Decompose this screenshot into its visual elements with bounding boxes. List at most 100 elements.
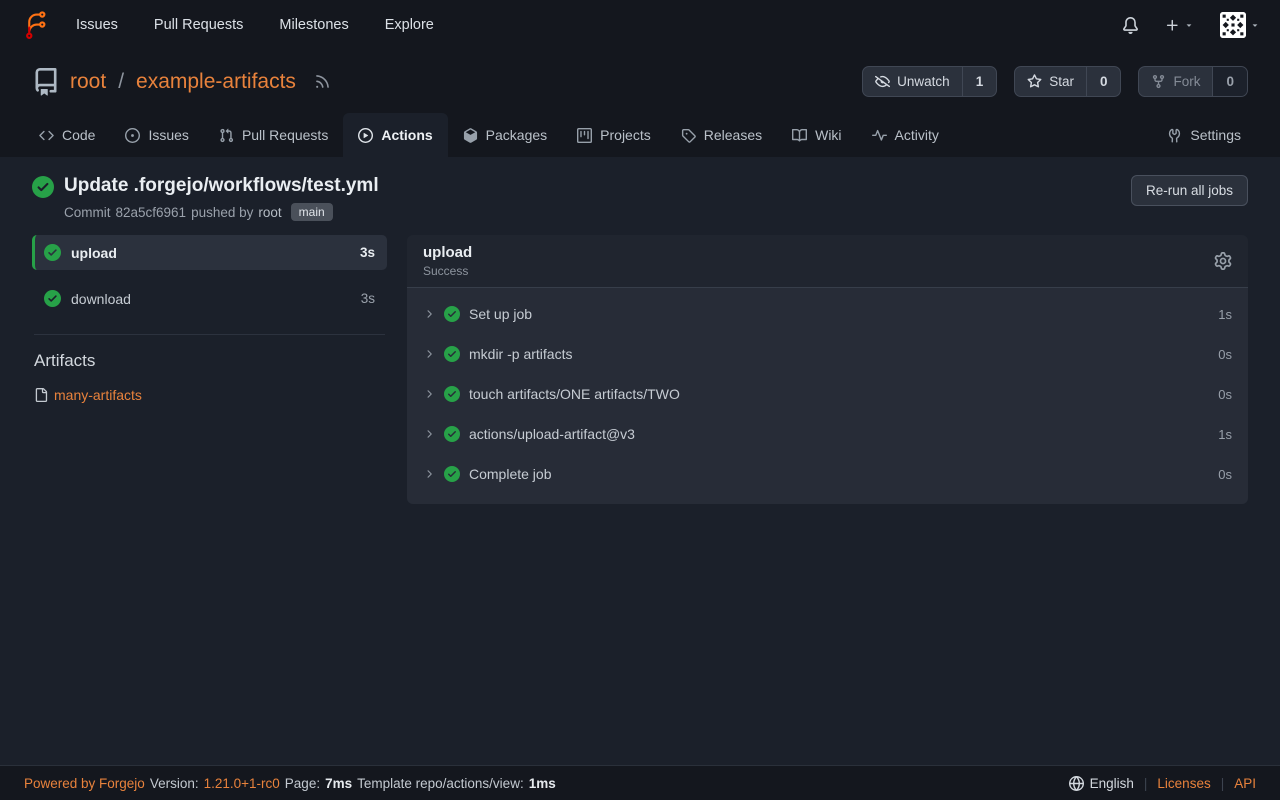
star-count[interactable]: 0: [1086, 67, 1121, 96]
unwatch-label: Unwatch: [897, 74, 950, 89]
success-check-icon: [32, 176, 54, 198]
create-menu-button[interactable]: [1165, 18, 1194, 33]
chevron-right-icon: [423, 468, 435, 480]
globe-icon: [1069, 776, 1084, 791]
fork-count[interactable]: 0: [1212, 67, 1247, 96]
eye-closed-icon: [875, 74, 890, 89]
project-icon: [577, 128, 592, 143]
play-circle-icon: [358, 128, 373, 143]
footer-left: Powered by Forgejo Version: 1.21.0+1-rc0…: [24, 776, 556, 791]
commit-sha[interactable]: 82a5cf6961: [116, 205, 187, 220]
chevron-right-icon: [423, 428, 435, 440]
forgejo-logo-icon[interactable]: [20, 10, 50, 40]
footer-right: English | Licenses | API: [1069, 776, 1256, 791]
version-link[interactable]: 1.21.0+1-rc0: [204, 776, 280, 791]
run-commit-line: Commit 82a5cf6961 pushed by root main: [64, 203, 379, 221]
step-duration: 1s: [1218, 307, 1232, 322]
api-link[interactable]: API: [1234, 776, 1256, 791]
tools-icon: [1167, 128, 1182, 143]
commit-label: Commit: [64, 205, 111, 220]
artifact-item[interactable]: many-artifacts: [34, 387, 385, 403]
page-time: 7ms: [325, 776, 352, 791]
chevron-down-icon: [1184, 20, 1194, 30]
watch-count[interactable]: 1: [962, 67, 997, 96]
navbar: Issues Pull Requests Milestones Explore: [0, 0, 1280, 50]
step-row-upload-artifact[interactable]: actions/upload-artifact@v3 1s: [407, 414, 1248, 454]
tab-code[interactable]: Code: [24, 113, 110, 157]
star-icon: [1027, 74, 1042, 89]
job-detail-status: Success: [423, 264, 472, 278]
tab-label: Actions: [381, 127, 432, 143]
code-icon: [39, 128, 54, 143]
success-check-icon: [444, 306, 460, 322]
branch-badge[interactable]: main: [291, 203, 333, 221]
success-check-icon: [44, 290, 61, 307]
fork-icon: [1151, 74, 1166, 89]
job-duration: 3s: [361, 291, 375, 306]
artifacts-heading: Artifacts: [34, 351, 385, 371]
tab-settings[interactable]: Settings: [1152, 113, 1256, 157]
avatar: [1220, 12, 1246, 38]
issue-icon: [125, 128, 140, 143]
unwatch-button[interactable]: Unwatch 1: [862, 66, 997, 97]
step-name: Set up job: [469, 306, 532, 322]
language-selector[interactable]: English: [1069, 776, 1134, 791]
job-row-download[interactable]: download 3s: [32, 281, 387, 316]
page: Issues Pull Requests Milestones Explore: [0, 0, 1280, 800]
user-menu-button[interactable]: [1220, 12, 1260, 38]
run-body: upload 3s download 3s Artifacts many-art…: [0, 235, 1280, 765]
success-check-icon: [444, 346, 460, 362]
notifications-bell-icon[interactable]: [1122, 17, 1139, 34]
licenses-link[interactable]: Licenses: [1157, 776, 1210, 791]
template-label: Template repo/actions/view:: [357, 776, 524, 791]
repo-title: root / example-artifacts: [32, 68, 331, 96]
star-button[interactable]: Star 0: [1014, 66, 1121, 97]
tab-label: Packages: [486, 127, 547, 143]
success-check-icon: [444, 426, 460, 442]
step-row-set-up-job[interactable]: Set up job 1s: [407, 294, 1248, 334]
book-icon: [792, 128, 807, 143]
nav-item-pull-requests[interactable]: Pull Requests: [154, 17, 243, 33]
tab-wiki[interactable]: Wiki: [777, 113, 856, 157]
navbar-right: [1122, 12, 1260, 38]
chevron-right-icon: [423, 308, 435, 320]
tab-label: Activity: [895, 127, 939, 143]
nav-item-explore[interactable]: Explore: [385, 17, 434, 33]
step-row-mkdir[interactable]: mkdir -p artifacts 0s: [407, 334, 1248, 374]
file-icon: [34, 388, 48, 402]
step-duration: 1s: [1218, 427, 1232, 442]
tab-packages[interactable]: Packages: [448, 113, 562, 157]
artifact-link[interactable]: many-artifacts: [54, 387, 142, 403]
tab-projects[interactable]: Projects: [562, 113, 666, 157]
site-header: Issues Pull Requests Milestones Explore: [0, 0, 1280, 157]
tab-pull-requests[interactable]: Pull Requests: [204, 113, 343, 157]
fork-button[interactable]: Fork 0: [1138, 66, 1248, 97]
gear-icon[interactable]: [1214, 252, 1232, 270]
tab-label: Wiki: [815, 127, 841, 143]
tab-label: Code: [62, 127, 95, 143]
tab-issues[interactable]: Issues: [110, 113, 203, 157]
step-name: actions/upload-artifact@v3: [469, 426, 635, 442]
step-row-touch[interactable]: touch artifacts/ONE artifacts/TWO 0s: [407, 374, 1248, 414]
pusher-link[interactable]: root: [258, 205, 281, 220]
nav-item-issues[interactable]: Issues: [76, 17, 118, 33]
tab-activity[interactable]: Activity: [857, 113, 954, 157]
rerun-all-jobs-button[interactable]: Re-run all jobs: [1131, 175, 1248, 206]
step-name: touch artifacts/ONE artifacts/TWO: [469, 386, 680, 402]
nav-item-milestones[interactable]: Milestones: [279, 17, 348, 33]
step-duration: 0s: [1218, 467, 1232, 482]
powered-by-link[interactable]: Powered by Forgejo: [24, 776, 145, 791]
tab-label: Pull Requests: [242, 127, 328, 143]
job-row-upload[interactable]: upload 3s: [32, 235, 387, 270]
step-row-complete-job[interactable]: Complete job 0s: [407, 454, 1248, 494]
repo-owner-link[interactable]: root: [70, 70, 106, 94]
chevron-right-icon: [423, 388, 435, 400]
repo-actions: Unwatch 1 Star 0 Fork 0: [862, 66, 1248, 97]
star-label: Star: [1049, 74, 1074, 89]
rss-icon[interactable]: [314, 73, 331, 90]
repo-name-link[interactable]: example-artifacts: [136, 70, 296, 94]
tab-actions[interactable]: Actions: [343, 113, 447, 157]
tab-releases[interactable]: Releases: [666, 113, 777, 157]
job-detail-panel: upload Success Set up job 1s mkdir -p ar…: [407, 235, 1248, 504]
step-name: Complete job: [469, 466, 552, 482]
